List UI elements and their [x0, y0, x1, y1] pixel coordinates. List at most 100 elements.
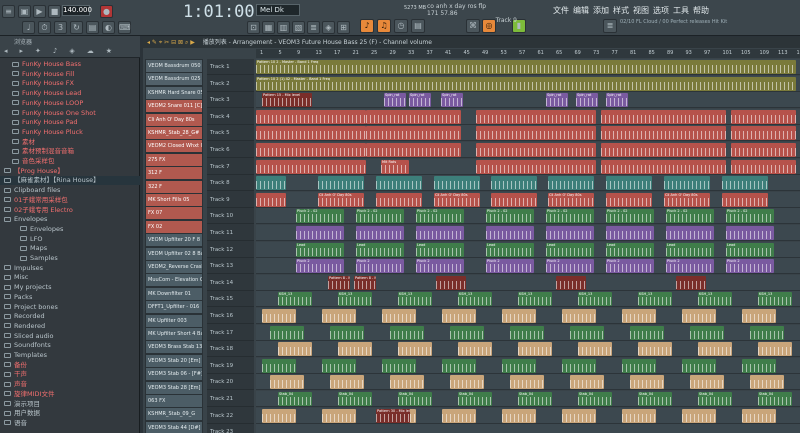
playlist-clip[interactable]	[601, 143, 726, 157]
playlist-clip[interactable]	[742, 408, 776, 423]
playlist-clip[interactable]	[356, 226, 404, 240]
playlist-clip[interactable]	[731, 143, 796, 157]
track-lane[interactable]: Pattern 10 2 (1) 42 - Master - Band 1 Fr…	[256, 75, 800, 92]
blend-icon[interactable]: ◐	[102, 21, 115, 34]
playlist-clip[interactable]: KSH_13	[338, 292, 372, 307]
playlist-clip[interactable]	[676, 275, 706, 290]
playlist-clip[interactable]	[366, 109, 461, 124]
playlist-clip[interactable]	[270, 375, 304, 390]
playlist-clip[interactable]: KSH_13	[758, 292, 792, 307]
plugin-picker-icon[interactable]: ◈	[322, 21, 335, 34]
playlist-clip[interactable]	[630, 375, 664, 390]
channel-clip-source[interactable]: MK Downfilter 01	[145, 286, 203, 301]
playlist-clip[interactable]: Pluck 2 - 02	[606, 209, 654, 224]
track-header[interactable]: Track 7	[207, 159, 254, 175]
wait-icon[interactable]: ⏱	[38, 21, 51, 34]
playlist-tool-icons[interactable]: ◂ ✎ ⌖ ✂ ⊟ ⊠ ⌕ ▶	[147, 39, 195, 46]
browser-item[interactable]: Packs	[0, 293, 140, 302]
snap-icon[interactable]: ⊡	[247, 21, 260, 34]
track-header[interactable]: Track 16	[207, 308, 254, 324]
track-lane[interactable]: Stab_04 Stab_04 Stab_04 Stab_04 Stab_04 Stab_…	[256, 391, 800, 407]
playlist-clip[interactable]: Lead	[666, 242, 714, 257]
track-header[interactable]: Track 9	[207, 192, 254, 208]
channel-clip-source[interactable]: VEOM2 Snare 011 [C]	[145, 99, 203, 114]
playlist-clip[interactable]: Pluck 2 - 02	[486, 209, 534, 224]
news-icon[interactable]: ≣	[603, 19, 617, 33]
track-lane[interactable]: KSH_13 KSH_13 KSH_13 KSH_13 KSH_13 KSH_13 KSH_…	[256, 291, 800, 308]
channel-clip-source[interactable]: KSHMR_Stab_28_G#	[145, 126, 203, 140]
playlist-clip[interactable]	[722, 176, 768, 191]
playlist-clip[interactable]: Mit Rats	[381, 159, 409, 174]
track-lane[interactable]	[256, 175, 800, 192]
playlist-clip[interactable]	[750, 375, 784, 390]
channel-clip-source[interactable]: VEOM3 Stab 20 [Em]	[145, 353, 203, 368]
channel-clip-source[interactable]: VEOM Bassdrum 025	[145, 72, 203, 87]
track-lane[interactable]: Lead Lead Lead Lead Lead Lead Lead Lead	[256, 241, 800, 258]
playlist-clip[interactable]	[731, 159, 796, 174]
loop-record-icon[interactable]: ↻	[70, 21, 83, 34]
playlist-clip[interactable]	[366, 143, 461, 157]
playlist-clip[interactable]	[682, 309, 716, 323]
browser-item[interactable]: Envelopes	[0, 215, 140, 224]
menu-item-4[interactable]: 视图	[633, 5, 649, 17]
playlist-clip[interactable]	[436, 275, 466, 290]
browser-item[interactable]: FunKy House One Shot	[0, 109, 140, 118]
channel-clip-source[interactable]: Cli Anh O' Day 80s	[145, 112, 203, 127]
piano-roll-icon[interactable]: ▥	[277, 21, 290, 34]
browser-item[interactable]: 语音	[0, 419, 140, 428]
channel-clip-source[interactable]: DFFT1_Upfilter - 016	[145, 300, 203, 315]
tempo-display[interactable]: 140.000	[62, 5, 92, 16]
playlist-clip[interactable]	[622, 309, 656, 323]
playlist-clip[interactable]	[491, 176, 537, 191]
playlist-clip[interactable]: Stab_04	[398, 392, 432, 406]
pattern-mode-button[interactable]: ▣	[18, 5, 31, 18]
playlist-clip[interactable]	[502, 309, 536, 323]
playlist-clip[interactable]	[548, 176, 594, 191]
menu-item-3[interactable]: 样式	[613, 5, 629, 17]
channel-clip-source[interactable]: 312 F	[145, 166, 203, 181]
playlist-clip[interactable]	[682, 358, 716, 373]
menu-item-7[interactable]: 帮助	[693, 5, 709, 17]
playlist-clip[interactable]	[382, 358, 416, 373]
menu-item-6[interactable]: 工具	[673, 5, 689, 17]
playlist-clip[interactable]	[256, 109, 366, 124]
playlist-clip[interactable]	[664, 176, 710, 191]
browser-item[interactable]: FunKy House FX	[0, 79, 140, 88]
browser-item[interactable]: Rendered	[0, 322, 140, 331]
playlist-clip[interactable]	[262, 358, 296, 373]
track-lane[interactable]: Cli Anh O' Day 80s Cli Anh O' Day 80s Cli …	[256, 191, 800, 208]
countdown-icon[interactable]: 3	[54, 21, 67, 34]
playlist-clip[interactable]	[562, 358, 596, 373]
record-button[interactable]: ●	[100, 5, 113, 18]
playlist-clip[interactable]: Stab_04	[758, 392, 792, 406]
playlist-clip[interactable]	[322, 309, 356, 323]
playlist-clip[interactable]: KSH_13	[278, 292, 312, 307]
browser-item[interactable]: My projects	[0, 283, 140, 292]
playlist-clip[interactable]	[502, 358, 536, 373]
browser-item[interactable]: 声音	[0, 380, 140, 389]
playlist-clip[interactable]	[638, 342, 672, 357]
browser-item[interactable]: Impulses	[0, 264, 140, 273]
playlist-clip[interactable]: KSH_13	[518, 292, 552, 307]
playlist-clip[interactable]	[570, 375, 604, 390]
browser-item[interactable]: FunKy House Bass	[0, 60, 140, 69]
channel-clip-source[interactable]: KSHMR Hard Snare 05 [D]	[145, 85, 203, 100]
channel-clip-source[interactable]: MK Upfilter 003	[145, 313, 203, 328]
playlist-clip[interactable]: Pattern 8 - Mix level	[328, 275, 350, 290]
pattern-selector[interactable]: Mel Dk	[256, 4, 300, 16]
playlist-clip[interactable]	[742, 309, 776, 323]
playlist-clip[interactable]	[476, 159, 596, 174]
playlist-clip[interactable]	[450, 325, 484, 340]
track-lane[interactable]	[256, 424, 800, 433]
playlist-clip[interactable]: KSH_13	[458, 292, 492, 307]
browser-item[interactable]: 旋律MIDI文件	[0, 390, 140, 399]
track-lane[interactable]	[256, 341, 800, 358]
playlist-clip[interactable]	[622, 358, 656, 373]
track-header[interactable]: Track 11	[207, 225, 254, 241]
playlist-clip[interactable]	[256, 192, 286, 207]
channel-rack-icon[interactable]: ▧	[292, 21, 305, 34]
playlist-clip[interactable]: Cli Anh O' Day 80s	[664, 192, 710, 207]
playlist-clip[interactable]	[606, 226, 654, 240]
channel-clip-source[interactable]: 275 FX	[145, 152, 203, 167]
browser-item[interactable]: 【麻雀素材】【Rina House】	[0, 176, 140, 186]
